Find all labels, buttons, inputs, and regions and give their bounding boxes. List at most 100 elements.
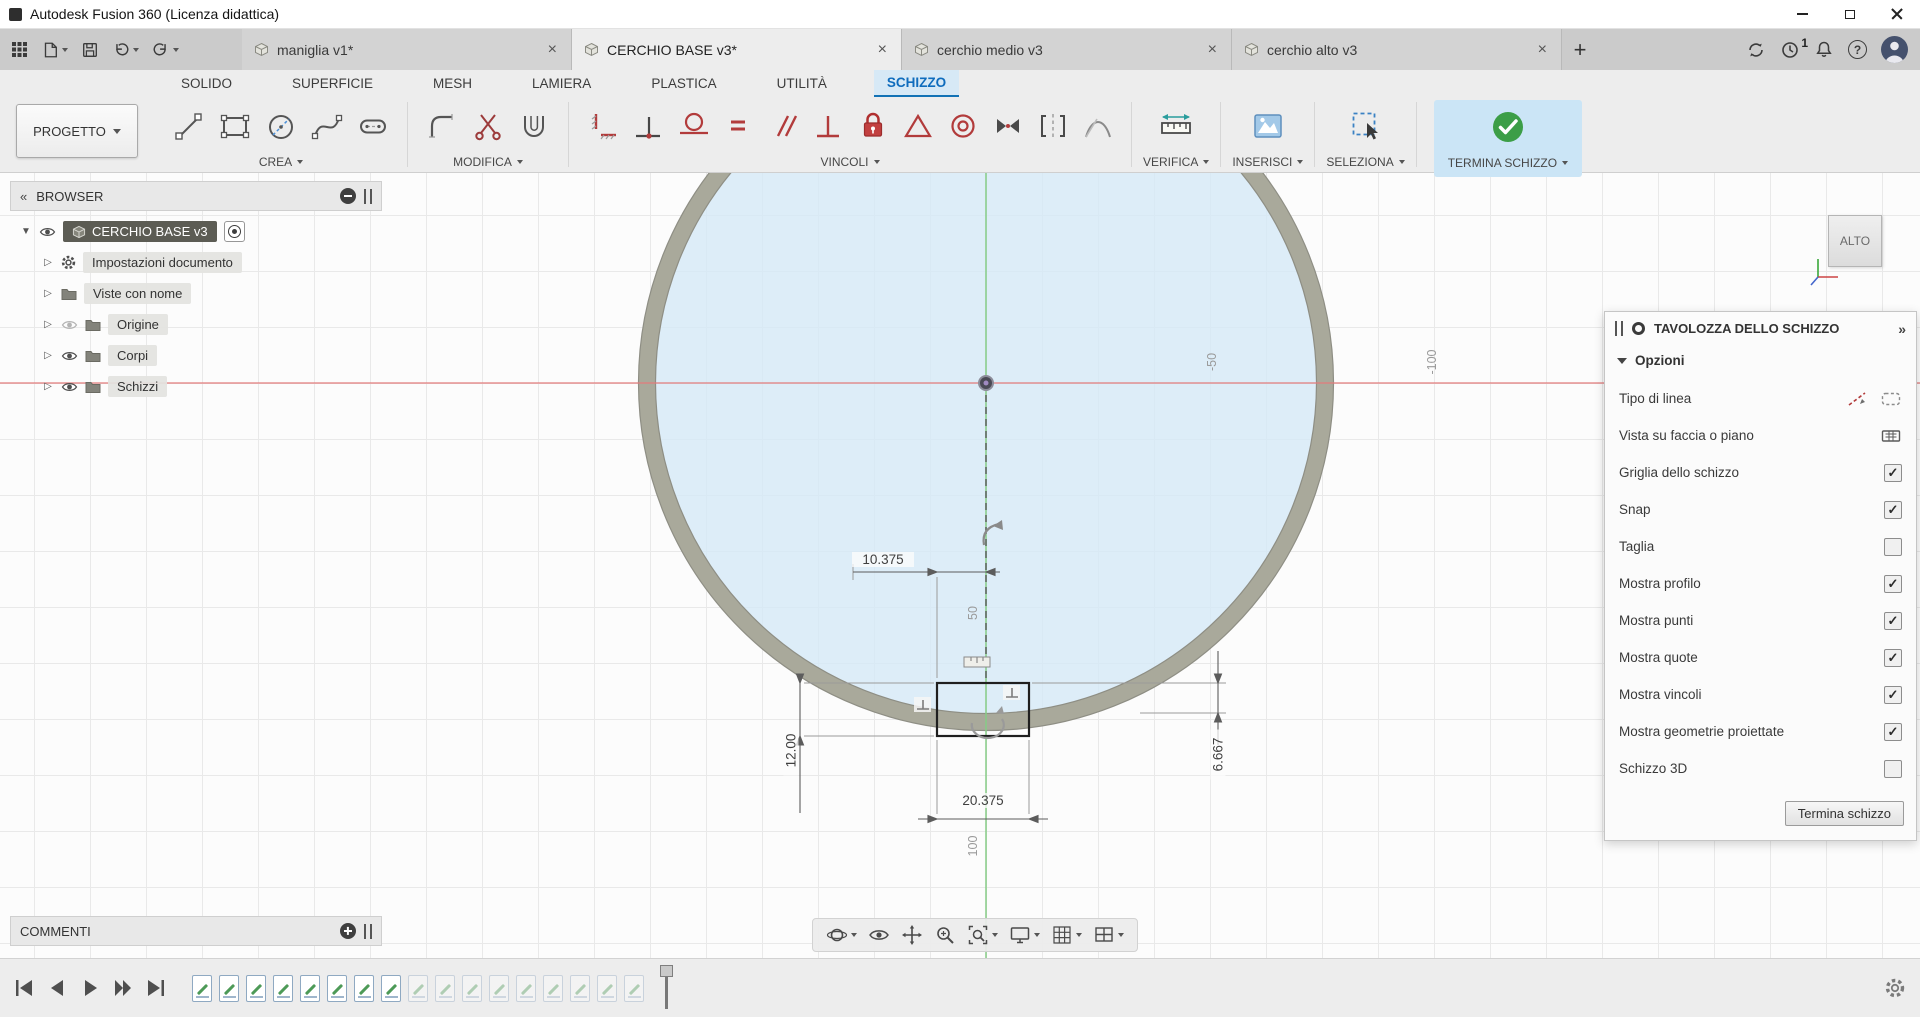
sketch-feature-icon[interactable] (462, 975, 482, 1002)
undo-button[interactable] (107, 35, 144, 65)
slot-tool-button[interactable] (350, 101, 396, 151)
sketch-feature-icon[interactable] (300, 975, 320, 1002)
sketch-feature-icon[interactable] (570, 975, 590, 1002)
sketch-feature-icon[interactable] (408, 975, 428, 1002)
tree-collapsed-icon[interactable]: ▷ (42, 257, 54, 268)
timeline-settings-button[interactable] (1884, 977, 1920, 999)
offset-tool-button[interactable] (511, 101, 557, 151)
group-label-vincoli[interactable]: VINCOLI (820, 155, 879, 169)
spline-tool-button[interactable] (304, 101, 350, 151)
expand-palette-icon[interactable]: » (1898, 321, 1906, 337)
step-back-button[interactable] (43, 974, 71, 1002)
job-status-button[interactable]: 1 (1780, 40, 1800, 60)
circle-tool-button[interactable] (258, 101, 304, 151)
redo-button[interactable] (147, 35, 184, 65)
dock-handle-icon[interactable] (364, 189, 372, 204)
app-grid-button[interactable] (6, 35, 33, 65)
sketch-feature-icon[interactable] (435, 975, 455, 1002)
group-label-termina[interactable]: TERMINA SCHIZZO (1448, 156, 1568, 170)
tab-close-icon[interactable]: × (876, 42, 889, 58)
go-to-end-button[interactable] (142, 974, 170, 1002)
rectangle-tool-button[interactable] (212, 101, 258, 151)
document-root-item[interactable]: CERCHIO BASE v3 (63, 221, 217, 242)
midpoint-constraint-button[interactable] (985, 101, 1030, 151)
fix-constraint-button[interactable] (850, 101, 895, 151)
fillet-tool-button[interactable] (419, 101, 465, 151)
group-label-verifica[interactable]: VERIFICA (1143, 155, 1209, 169)
dimension-20-375[interactable]: 20.375 (952, 793, 1014, 808)
look-at-button[interactable] (865, 921, 893, 949)
tab-schizzo[interactable]: SCHIZZO (874, 70, 959, 97)
checkbox[interactable] (1884, 760, 1902, 778)
sketch-feature-icon[interactable] (516, 975, 536, 1002)
document-tab-cerchio-alto[interactable]: cerchio alto v3 × (1232, 29, 1562, 70)
tree-collapsed-icon[interactable]: ▷ (42, 288, 54, 299)
save-button[interactable] (76, 35, 104, 65)
project-dropdown-button[interactable]: PROGETTO (16, 104, 138, 158)
symmetry-constraint-button[interactable] (1030, 101, 1075, 151)
finish-sketch-button[interactable] (1485, 102, 1531, 152)
checkbox[interactable]: ✓ (1884, 464, 1902, 482)
palette-drag-handle[interactable] (1615, 321, 1623, 336)
construction-line-icon[interactable] (1846, 390, 1868, 408)
browser-item-impostazioni[interactable]: ▷ Impostazioni documento (20, 250, 382, 275)
sketch-feature-icon[interactable] (273, 975, 293, 1002)
document-tab-cerchio-medio[interactable]: cerchio medio v3 × (902, 29, 1232, 70)
viewports-button[interactable] (1090, 921, 1127, 949)
group-label-seleziona[interactable]: SELEZIONA (1326, 155, 1404, 169)
minimize-panel-icon[interactable] (340, 188, 356, 204)
palette-header[interactable]: TAVOLOZZA DELLO SCHIZZO » (1605, 312, 1916, 345)
dimension-6-667[interactable]: 6.667 (1211, 730, 1226, 780)
sketch-feature-icon[interactable] (219, 975, 239, 1002)
browser-header[interactable]: « BROWSER (10, 181, 382, 211)
checkbox[interactable]: ✓ (1884, 723, 1902, 741)
comments-header[interactable]: COMMENTI (10, 916, 382, 946)
trim-tool-button[interactable] (465, 101, 511, 151)
look-at-icon[interactable] (1880, 427, 1902, 445)
sketch-feature-icon[interactable] (246, 975, 266, 1002)
sketch-feature-icon[interactable] (597, 975, 617, 1002)
step-forward-button[interactable] (109, 974, 137, 1002)
tree-collapsed-icon[interactable]: ▷ (42, 381, 54, 392)
sketch-feature-icon[interactable] (354, 975, 374, 1002)
dimension-10-375[interactable]: 10.375 (852, 552, 914, 567)
sketch-feature-icon[interactable] (381, 975, 401, 1002)
collapse-panel-icon[interactable]: « (20, 190, 27, 203)
tree-collapsed-icon[interactable]: ▷ (42, 319, 54, 330)
tab-close-icon[interactable]: × (546, 42, 559, 58)
dimension-12-00[interactable]: 12.00 (784, 726, 799, 776)
timeline-marker[interactable] (660, 965, 674, 1011)
browser-item-viste[interactable]: ▷ Viste con nome (20, 281, 382, 306)
sketch-feature-icon[interactable] (489, 975, 509, 1002)
viewcube[interactable]: ALTO (1812, 213, 1884, 285)
activate-component-radio[interactable] (224, 221, 245, 242)
checkbox[interactable]: ✓ (1884, 501, 1902, 519)
browser-item-corpi[interactable]: ▷ Corpi (20, 343, 382, 368)
sketch-feature-icon[interactable] (624, 975, 644, 1002)
curvature-constraint-button[interactable] (1075, 101, 1120, 151)
finish-sketch-palette-button[interactable]: Termina schizzo (1785, 801, 1904, 826)
fit-view-button[interactable] (964, 921, 1001, 949)
visibility-eye-icon[interactable] (61, 381, 78, 393)
group-label-crea[interactable]: CREA (259, 155, 303, 169)
marker-handle[interactable] (660, 965, 673, 977)
dock-handle-icon[interactable] (364, 924, 372, 939)
play-button[interactable] (76, 974, 104, 1002)
polygon-constraint-button[interactable] (895, 101, 940, 151)
tab-utilita[interactable]: UTILITÀ (764, 70, 840, 97)
new-tab-button[interactable]: + (1562, 29, 1598, 70)
sync-status-button[interactable] (1746, 40, 1766, 60)
checkbox[interactable]: ✓ (1884, 612, 1902, 630)
pan-button[interactable] (898, 921, 926, 949)
insert-image-button[interactable] (1245, 101, 1291, 151)
sketch-canvas[interactable]: 10.375 12.00 20.375 6.667 -50 -100 50 10… (0, 173, 1920, 958)
measure-tool-button[interactable] (1153, 101, 1199, 151)
document-tab-cerchio-base[interactable]: CERCHIO BASE v3* × (572, 29, 902, 70)
group-label-modifica[interactable]: MODIFICA (453, 155, 523, 169)
expand-panel-icon[interactable] (340, 923, 356, 939)
orbit-button[interactable] (823, 921, 860, 949)
grid-settings-button[interactable] (1048, 921, 1085, 949)
tangent-constraint-button[interactable] (670, 101, 715, 151)
horizontal-vertical-constraint-button[interactable] (580, 101, 625, 151)
checkbox[interactable]: ✓ (1884, 649, 1902, 667)
